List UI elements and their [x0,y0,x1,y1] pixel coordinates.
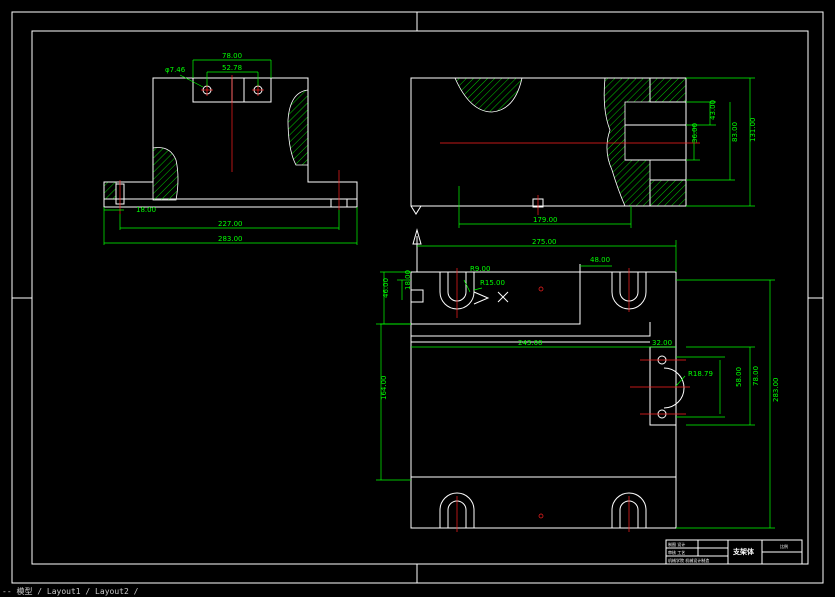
sheet-border [11,11,824,584]
top-dim-78: 78.00 [752,366,760,386]
top-dim-r15: R15.00 [480,279,505,287]
top-dim-58: 58.00 [735,367,743,387]
top-dim-283: 283.00 [772,378,780,403]
cad-drawing-canvas[interactable]: 78.00 52.78 φ7.46 18.00 227.00 283.00 43… [0,0,835,595]
front-dim-78: 78.00 [222,52,242,60]
top-dim-r18-79: R18.79 [688,370,713,378]
title-block-part-name: 支架体 [732,547,755,556]
side-view [410,77,755,228]
front-view [103,59,358,245]
front-dim-283: 283.00 [218,235,243,243]
side-dim-43: 43.00 [709,100,717,120]
side-dim-131: 131.00 [749,118,757,143]
command-line[interactable]: -- 模型 / Layout1 / Layout2 / [2,586,138,597]
top-dim-r9: R9.00 [470,265,490,273]
top-view [376,228,775,532]
front-dim-18: 18.00 [136,206,156,214]
side-dim-36: 36.00 [691,123,699,143]
front-dim-227: 227.00 [218,220,243,228]
title-block-row3: 机械学院 机械设计制造 [668,557,709,563]
side-dim-83: 83.00 [731,122,739,142]
top-dim-18: 18.00 [404,270,412,290]
top-dim-243: 243.00 [518,339,543,347]
title-block-row2: 审核 工艺 [668,549,685,555]
top-dim-164: 164.00 [380,376,388,401]
title-block-row1: 制图 设计 [668,541,685,547]
top-dim-275: 275.00 [532,238,557,246]
front-dim-52-78: 52.78 [222,64,242,72]
front-dim-phi: φ7.46 [165,66,186,74]
top-dim-32: 32.00 [652,339,672,347]
title-block-cell: 比例 [780,543,788,549]
top-dim-48: 48.00 [590,256,610,264]
top-dim-46: 46.00 [382,278,390,298]
side-dim-179: 179.00 [533,216,558,224]
